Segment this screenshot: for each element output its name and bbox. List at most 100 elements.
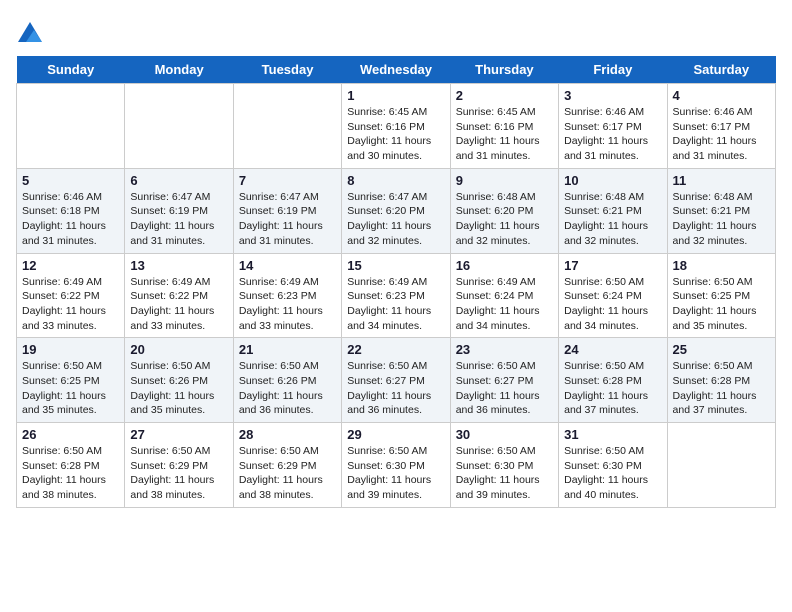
cell-info: Sunrise: 6:48 AM Sunset: 6:20 PM Dayligh…: [456, 190, 553, 249]
calendar-cell: 4Sunrise: 6:46 AM Sunset: 6:17 PM Daylig…: [667, 84, 775, 169]
day-number: 9: [456, 173, 553, 188]
cell-info: Sunrise: 6:50 AM Sunset: 6:28 PM Dayligh…: [564, 359, 661, 418]
cell-info: Sunrise: 6:48 AM Sunset: 6:21 PM Dayligh…: [564, 190, 661, 249]
cell-info: Sunrise: 6:50 AM Sunset: 6:27 PM Dayligh…: [456, 359, 553, 418]
day-number: 23: [456, 342, 553, 357]
cell-info: Sunrise: 6:47 AM Sunset: 6:19 PM Dayligh…: [239, 190, 336, 249]
calendar-cell: 3 Sunrise: 6:46 AM Sunset: 6:17 PM Daylig…: [559, 84, 667, 169]
day-number: 22: [347, 342, 444, 357]
calendar-cell: 5Sunrise: 6:46 AM Sunset: 6:18 PM Daylig…: [17, 168, 125, 253]
day-number: 16: [456, 258, 553, 273]
day-header-tuesday: Tuesday: [233, 56, 341, 84]
day-number: 28: [239, 427, 336, 442]
calendar-cell: 24 Sunrise: 6:50 AM Sunset: 6:28 PM Dayli…: [559, 338, 667, 423]
cell-info: Sunrise: 6:50 AM Sunset: 6:29 PM Dayligh…: [130, 444, 227, 503]
cell-info: Sunrise: 6:50 AM Sunset: 6:29 PM Dayligh…: [239, 444, 336, 503]
cell-info: Sunrise: 6:50 AM Sunset: 6:28 PM Dayligh…: [22, 444, 119, 503]
cell-info: Sunrise: 6:47 AM Sunset: 6:19 PM Dayligh…: [130, 190, 227, 249]
calendar-cell: 19 Sunrise: 6:50 AM Sunset: 6:25 PM Dayli…: [17, 338, 125, 423]
day-number: 21: [239, 342, 336, 357]
calendar-cell: 7Sunrise: 6:47 AM Sunset: 6:19 PM Daylig…: [233, 168, 341, 253]
day-number: 5: [22, 173, 119, 188]
day-number: 25: [673, 342, 770, 357]
page-header: [16, 16, 776, 48]
calendar-cell: 29 Sunrise: 6:50 AM Sunset: 6:30 PM Dayli…: [342, 423, 450, 508]
day-number: 8: [347, 173, 444, 188]
day-number: 6: [130, 173, 227, 188]
calendar-cell: [125, 84, 233, 169]
calendar-cell: 13 Sunrise: 6:49 AM Sunset: 6:22 PM Dayli…: [125, 253, 233, 338]
week-row-4: 19 Sunrise: 6:50 AM Sunset: 6:25 PM Dayli…: [17, 338, 776, 423]
calendar-cell: [667, 423, 775, 508]
cell-info: Sunrise: 6:50 AM Sunset: 6:28 PM Dayligh…: [673, 359, 770, 418]
day-number: 30: [456, 427, 553, 442]
day-number: 3: [564, 88, 661, 103]
day-number: 17: [564, 258, 661, 273]
cell-info: Sunrise: 6:49 AM Sunset: 6:23 PM Dayligh…: [239, 275, 336, 334]
calendar-cell: 22 Sunrise: 6:50 AM Sunset: 6:27 PM Dayli…: [342, 338, 450, 423]
calendar-cell: 12 Sunrise: 6:49 AM Sunset: 6:22 PM Dayli…: [17, 253, 125, 338]
day-number: 12: [22, 258, 119, 273]
cell-info: Sunrise: 6:50 AM Sunset: 6:26 PM Dayligh…: [130, 359, 227, 418]
cell-info: Sunrise: 6:45 AM Sunset: 6:16 PM Dayligh…: [456, 105, 553, 164]
calendar-cell: 9 Sunrise: 6:48 AM Sunset: 6:20 PM Daylig…: [450, 168, 558, 253]
cell-info: Sunrise: 6:49 AM Sunset: 6:23 PM Dayligh…: [347, 275, 444, 334]
day-header-friday: Friday: [559, 56, 667, 84]
calendar-cell: 15Sunrise: 6:49 AM Sunset: 6:23 PM Dayli…: [342, 253, 450, 338]
cell-info: Sunrise: 6:50 AM Sunset: 6:25 PM Dayligh…: [22, 359, 119, 418]
day-number: 29: [347, 427, 444, 442]
calendar-cell: 31Sunrise: 6:50 AM Sunset: 6:30 PM Dayli…: [559, 423, 667, 508]
week-row-2: 5Sunrise: 6:46 AM Sunset: 6:18 PM Daylig…: [17, 168, 776, 253]
week-row-5: 26Sunrise: 6:50 AM Sunset: 6:28 PM Dayli…: [17, 423, 776, 508]
week-row-1: 1 Sunrise: 6:45 AM Sunset: 6:16 PM Daylig…: [17, 84, 776, 169]
cell-info: Sunrise: 6:49 AM Sunset: 6:24 PM Dayligh…: [456, 275, 553, 334]
day-number: 10: [564, 173, 661, 188]
cell-info: Sunrise: 6:48 AM Sunset: 6:21 PM Dayligh…: [673, 190, 770, 249]
day-number: 19: [22, 342, 119, 357]
day-number: 18: [673, 258, 770, 273]
calendar-cell: 1 Sunrise: 6:45 AM Sunset: 6:16 PM Daylig…: [342, 84, 450, 169]
day-number: 11: [673, 173, 770, 188]
calendar-cell: 18 Sunrise: 6:50 AM Sunset: 6:25 PM Dayli…: [667, 253, 775, 338]
day-header-thursday: Thursday: [450, 56, 558, 84]
cell-info: Sunrise: 6:50 AM Sunset: 6:24 PM Dayligh…: [564, 275, 661, 334]
day-number: 1: [347, 88, 444, 103]
cell-info: Sunrise: 6:46 AM Sunset: 6:17 PM Dayligh…: [673, 105, 770, 164]
calendar-cell: 26Sunrise: 6:50 AM Sunset: 6:28 PM Dayli…: [17, 423, 125, 508]
day-number: 31: [564, 427, 661, 442]
day-number: 2: [456, 88, 553, 103]
day-number: 14: [239, 258, 336, 273]
calendar-cell: 11 Sunrise: 6:48 AM Sunset: 6:21 PM Dayli…: [667, 168, 775, 253]
calendar-cell: 17 Sunrise: 6:50 AM Sunset: 6:24 PM Dayli…: [559, 253, 667, 338]
day-number: 13: [130, 258, 227, 273]
logo: [16, 20, 48, 48]
day-header-monday: Monday: [125, 56, 233, 84]
week-row-3: 12 Sunrise: 6:49 AM Sunset: 6:22 PM Dayli…: [17, 253, 776, 338]
calendar-cell: [17, 84, 125, 169]
cell-info: Sunrise: 6:46 AM Sunset: 6:17 PM Dayligh…: [564, 105, 661, 164]
calendar-table: SundayMondayTuesdayWednesdayThursdayFrid…: [16, 56, 776, 508]
day-headers-row: SundayMondayTuesdayWednesdayThursdayFrid…: [17, 56, 776, 84]
calendar-cell: 27Sunrise: 6:50 AM Sunset: 6:29 PM Dayli…: [125, 423, 233, 508]
cell-info: Sunrise: 6:50 AM Sunset: 6:30 PM Dayligh…: [456, 444, 553, 503]
day-header-saturday: Saturday: [667, 56, 775, 84]
cell-info: Sunrise: 6:49 AM Sunset: 6:22 PM Dayligh…: [22, 275, 119, 334]
cell-info: Sunrise: 6:50 AM Sunset: 6:25 PM Dayligh…: [673, 275, 770, 334]
day-number: 24: [564, 342, 661, 357]
cell-info: Sunrise: 6:49 AM Sunset: 6:22 PM Dayligh…: [130, 275, 227, 334]
calendar-cell: 2 Sunrise: 6:45 AM Sunset: 6:16 PM Daylig…: [450, 84, 558, 169]
calendar-cell: 21 Sunrise: 6:50 AM Sunset: 6:26 PM Dayli…: [233, 338, 341, 423]
cell-info: Sunrise: 6:50 AM Sunset: 6:26 PM Dayligh…: [239, 359, 336, 418]
calendar-cell: 28 Sunrise: 6:50 AM Sunset: 6:29 PM Dayli…: [233, 423, 341, 508]
calendar-cell: 8 Sunrise: 6:47 AM Sunset: 6:20 PM Daylig…: [342, 168, 450, 253]
calendar-cell: [233, 84, 341, 169]
cell-info: Sunrise: 6:45 AM Sunset: 6:16 PM Dayligh…: [347, 105, 444, 164]
cell-info: Sunrise: 6:47 AM Sunset: 6:20 PM Dayligh…: [347, 190, 444, 249]
logo-icon: [16, 20, 44, 48]
calendar-cell: 25 Sunrise: 6:50 AM Sunset: 6:28 PM Dayli…: [667, 338, 775, 423]
cell-info: Sunrise: 6:50 AM Sunset: 6:27 PM Dayligh…: [347, 359, 444, 418]
calendar-cell: 30 Sunrise: 6:50 AM Sunset: 6:30 PM Dayli…: [450, 423, 558, 508]
calendar-cell: 14 Sunrise: 6:49 AM Sunset: 6:23 PM Dayli…: [233, 253, 341, 338]
cell-info: Sunrise: 6:50 AM Sunset: 6:30 PM Dayligh…: [347, 444, 444, 503]
calendar-cell: 10 Sunrise: 6:48 AM Sunset: 6:21 PM Dayli…: [559, 168, 667, 253]
